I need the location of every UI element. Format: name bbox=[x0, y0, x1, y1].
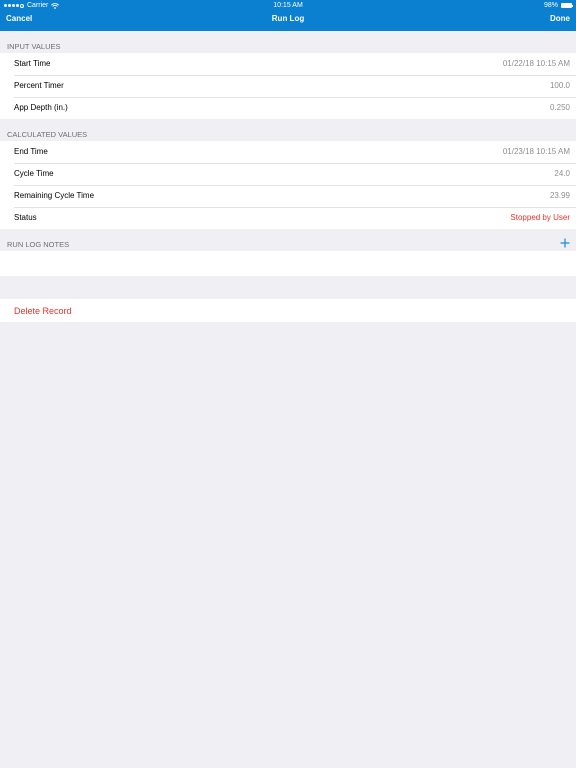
row-label: Percent Timer bbox=[14, 81, 64, 90]
done-button[interactable]: Done bbox=[550, 14, 570, 23]
top-bar: Carrier 10:15 AM 98% Cancel Run Log Done bbox=[0, 0, 576, 31]
status-bar-time: 10:15 AM bbox=[273, 2, 303, 9]
status-bar: Carrier 10:15 AM 98% bbox=[0, 0, 576, 11]
notes-area[interactable] bbox=[0, 251, 576, 276]
battery-icon bbox=[561, 3, 573, 8]
section-header-run-log-notes: RUN LOG NOTES bbox=[0, 229, 576, 251]
row-label: Cycle Time bbox=[14, 169, 54, 178]
row-label: Status bbox=[14, 213, 37, 222]
status-bar-right: 98% bbox=[543, 0, 573, 11]
battery-percent: 98% bbox=[543, 2, 558, 9]
section-header-label: CALCULATED VALUES bbox=[7, 130, 88, 139]
row-label: End Time bbox=[14, 147, 48, 156]
battery-fill bbox=[562, 4, 571, 7]
input-values-group: Start Time 01/22/18 10:15 AM Percent Tim… bbox=[0, 53, 576, 119]
section-header-label: RUN LOG NOTES bbox=[7, 240, 70, 249]
row-value: 0.250 bbox=[549, 103, 570, 112]
form-content: INPUT VALUES Start Time 01/22/18 10:15 A… bbox=[0, 31, 576, 322]
row-value: 100.0 bbox=[549, 81, 570, 90]
row-start-time[interactable]: Start Time 01/22/18 10:15 AM bbox=[0, 53, 576, 75]
row-cycle-time: Cycle Time 24.0 bbox=[0, 163, 576, 185]
delete-record-button[interactable]: Delete Record bbox=[0, 299, 576, 322]
row-status: Status Stopped by User bbox=[0, 207, 576, 229]
page-title: Run Log bbox=[271, 14, 305, 23]
row-percent-timer[interactable]: Percent Timer 100.0 bbox=[0, 75, 576, 97]
section-header-input-values: INPUT VALUES bbox=[0, 31, 576, 53]
row-value: 01/23/18 10:15 AM bbox=[502, 147, 570, 156]
row-label: Remaining Cycle Time bbox=[14, 191, 95, 200]
status-value: Stopped by User bbox=[510, 213, 570, 222]
section-header-label: INPUT VALUES bbox=[7, 42, 61, 51]
row-value: 01/22/18 10:15 AM bbox=[502, 59, 570, 68]
row-app-depth[interactable]: App Depth (in.) 0.250 bbox=[0, 97, 576, 119]
calculated-values-group: End Time 01/23/18 10:15 AM Cycle Time 24… bbox=[0, 141, 576, 229]
delete-record-label: Delete Record bbox=[14, 306, 72, 316]
row-value: 24.0 bbox=[554, 169, 570, 178]
navigation-bar: Cancel Run Log Done bbox=[0, 11, 576, 31]
row-value: 23.99 bbox=[549, 191, 570, 200]
row-end-time: End Time 01/23/18 10:15 AM bbox=[0, 141, 576, 163]
plus-icon[interactable] bbox=[560, 238, 570, 248]
section-header-calculated-values: CALCULATED VALUES bbox=[0, 119, 576, 141]
row-remaining-cycle-time: Remaining Cycle Time 23.99 bbox=[0, 185, 576, 207]
row-label: Start Time bbox=[14, 59, 51, 68]
row-label: App Depth (in.) bbox=[14, 103, 68, 112]
